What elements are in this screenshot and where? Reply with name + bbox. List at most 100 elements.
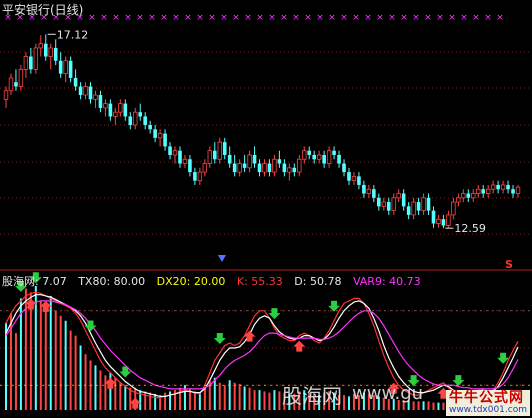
candle-body [98, 95, 103, 108]
candle-body [372, 189, 376, 198]
series-line-d [5, 294, 519, 397]
candle-body [217, 141, 222, 160]
candle-body [446, 214, 451, 227]
candle-body [366, 188, 372, 194]
candle-body [148, 125, 152, 130]
candle-body [262, 163, 267, 173]
candle-body [143, 116, 147, 126]
candle-body [227, 154, 232, 164]
candle-body [302, 150, 307, 160]
candle-body [307, 150, 312, 155]
dx20-label: DX20: 20.00 [156, 275, 226, 288]
top-marker: × [172, 13, 180, 23]
top-marker: × [208, 13, 216, 23]
candle-body [342, 163, 346, 173]
candle-body [357, 176, 361, 185]
top-marker: × [136, 13, 144, 23]
candle-body [38, 43, 43, 49]
candle-body [237, 163, 242, 173]
candle-body [153, 129, 157, 138]
candle-body [222, 142, 227, 155]
candle-body [500, 184, 506, 190]
candle-body [108, 103, 113, 117]
candle-body [267, 163, 272, 173]
candle-body [426, 197, 431, 211]
candle-body [456, 197, 461, 203]
candle-body [347, 172, 351, 181]
top-marker: × [256, 13, 264, 23]
sell-arrow-icon [452, 375, 465, 387]
candle-body [377, 197, 381, 207]
top-marker: × [100, 13, 108, 23]
candle-body [193, 172, 197, 181]
candle-body [471, 193, 476, 199]
top-marker: × [196, 13, 204, 23]
indicator-line1: 7.07 [42, 275, 67, 288]
candle-body [212, 150, 217, 160]
top-marker: × [436, 13, 444, 23]
candle-body [43, 43, 48, 57]
candle-body [277, 159, 282, 164]
candle-body [163, 133, 167, 147]
candle-body [362, 184, 366, 194]
candles [3, 34, 521, 229]
candle-body [485, 188, 491, 194]
top-marker: × [244, 13, 252, 23]
candle-body [78, 86, 83, 96]
candle-body [83, 86, 88, 96]
top-marker: × [112, 13, 120, 23]
top-marker: × [484, 13, 492, 23]
candle-body [287, 167, 292, 173]
candle-body [421, 197, 426, 212]
candle-body [396, 193, 401, 199]
top-marker: × [424, 13, 432, 23]
top-marker: × [160, 13, 168, 23]
sell-s-marker: S [505, 258, 513, 271]
candle-body [118, 103, 123, 113]
indicator-readout: 股海网: 7.07 TX80: 80.00 DX20: 20.00 K: 55.… [2, 273, 429, 289]
candle-body [515, 186, 521, 194]
candle-body [461, 193, 466, 199]
candle-body [252, 154, 257, 164]
candle-body [3, 90, 9, 100]
candle-body [431, 210, 436, 224]
candle-body [272, 158, 277, 173]
candle-body [178, 150, 182, 164]
candle-body [103, 103, 108, 109]
candle-body [496, 184, 500, 190]
candle-body [257, 163, 262, 173]
watermark-domain: www.gu [352, 383, 424, 404]
candle-body [23, 56, 29, 70]
top-marker: × [472, 13, 480, 23]
price-annotation: 17.12 [57, 28, 89, 41]
candle-body [451, 201, 456, 216]
candle-body [481, 189, 486, 194]
candle-body [391, 197, 396, 212]
candle-body [466, 193, 471, 198]
candle-body [232, 163, 237, 173]
indicator-signals [14, 272, 510, 409]
candle-body [29, 56, 33, 70]
candle-body [247, 154, 252, 169]
series-line-var9 [5, 300, 519, 390]
candle-body [14, 82, 18, 87]
candle-body [58, 60, 63, 74]
buy-arrow-icon [293, 340, 306, 352]
blue-triangle-icon [218, 255, 226, 262]
candle-body [48, 47, 53, 57]
candle-body [411, 201, 416, 216]
indicator-value: : 7.07 [35, 275, 67, 288]
sell-arrow-icon [268, 308, 281, 320]
candle-body [351, 175, 357, 182]
candle-body [53, 47, 58, 61]
candle-body [282, 163, 287, 173]
top-marker: × [460, 13, 468, 23]
candle-body [322, 154, 326, 164]
top-marker: × [412, 13, 420, 23]
brand-url: www.tdx001.com [449, 404, 527, 415]
top-marker: × [388, 13, 396, 23]
candle-body [242, 163, 247, 168]
candle-body [88, 86, 93, 100]
top-marker: × [304, 13, 312, 23]
top-marker: × [496, 13, 504, 23]
